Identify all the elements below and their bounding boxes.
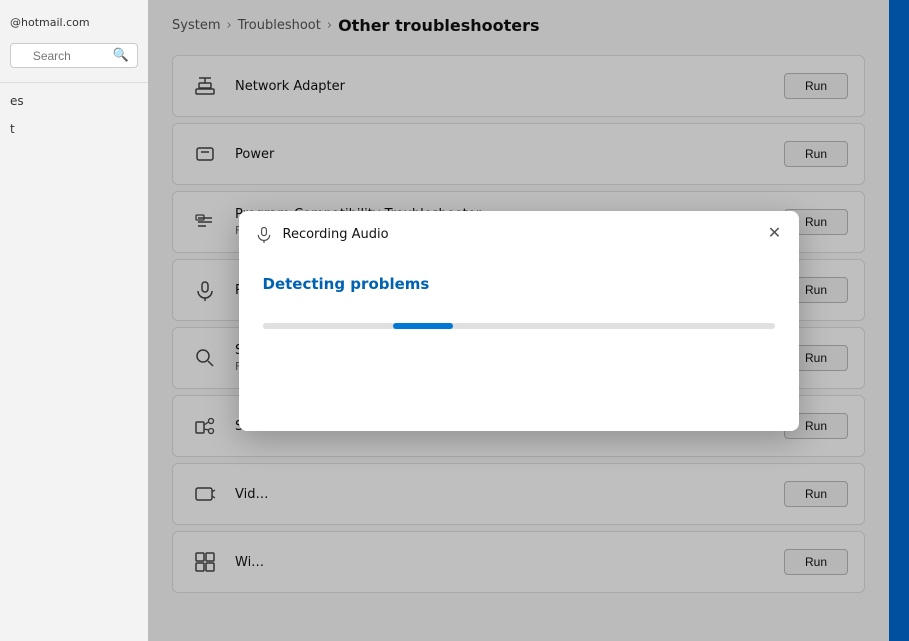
progress-bar-bg: [263, 323, 775, 329]
sidebar-item-es[interactable]: es: [0, 87, 148, 115]
sidebar-divider: [0, 82, 148, 83]
sidebar-email: @hotmail.com: [0, 10, 148, 39]
modal-title-icon: [255, 225, 275, 245]
modal-header: Recording Audio ✕: [239, 211, 799, 255]
progress-thumb: [393, 323, 453, 329]
modal-dialog: Recording Audio ✕ Detecting problems: [239, 211, 799, 431]
modal-close-button[interactable]: ✕: [763, 221, 787, 245]
modal-detecting-text: Detecting problems: [263, 275, 775, 293]
right-bar: [889, 0, 909, 641]
modal-body: Detecting problems: [239, 255, 799, 365]
modal-overlay: Recording Audio ✕ Detecting problems: [148, 0, 889, 641]
sidebar-item-t[interactable]: t: [0, 115, 148, 143]
modal-title: Recording Audio: [283, 227, 389, 242]
sidebar: @hotmail.com 🔍 es t: [0, 0, 148, 641]
search-input[interactable]: [33, 49, 113, 63]
search-icon: 🔍: [113, 48, 129, 63]
sidebar-search-box[interactable]: 🔍: [10, 43, 138, 68]
main-content: System › Troubleshoot › Other troublesho…: [148, 0, 889, 641]
progress-track: [263, 323, 775, 329]
